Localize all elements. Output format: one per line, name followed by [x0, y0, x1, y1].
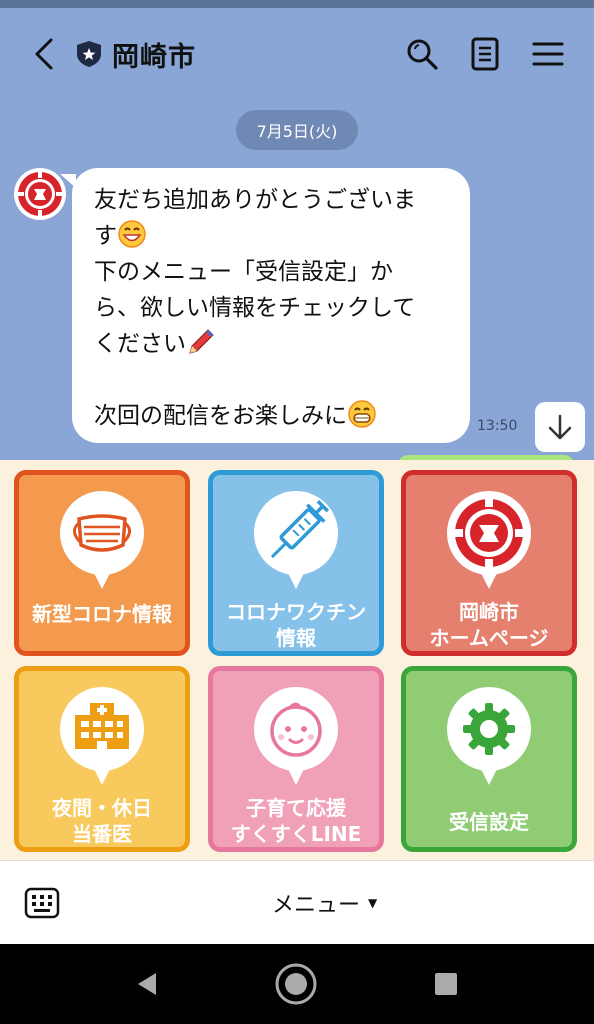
rich-menu: 新型コロナ情報 コロナワクチン 情報 岡崎市 ホームページ 夜間・休日 当番医 … [0, 460, 594, 860]
city-emblem-icon [447, 491, 531, 589]
scroll-to-bottom-button[interactable] [535, 402, 585, 452]
system-nav-bar [0, 944, 594, 1024]
triangle-back-icon [138, 973, 156, 995]
nav-back-button[interactable] [125, 962, 169, 1006]
chat-area[interactable]: 岡崎市 7月5日(火) 友だち追加ありがとうございま す 下のメニュー「受信設定… [0, 8, 594, 460]
menu-tile-night-holiday-doctor[interactable]: 夜間・休日 当番医 [14, 666, 190, 852]
square-recents-icon [435, 973, 457, 995]
pencil-emoji-icon [189, 329, 214, 354]
menu-tile-corona-info[interactable]: 新型コロナ情報 [14, 470, 190, 656]
keyboard-button[interactable] [22, 883, 62, 923]
message-line: 次回の配信をお楽しみに [94, 398, 452, 434]
arrow-down-icon [548, 414, 572, 440]
circle-home-icon [275, 963, 317, 1005]
baby-face-icon [254, 687, 338, 785]
menu-tile-label: すくすくLINE [230, 822, 362, 846]
grinning-teeth-emoji-icon [348, 400, 376, 428]
menu-tile-label: 当番医 [72, 822, 132, 846]
chat-header: 岡崎市 [0, 8, 594, 96]
hamburger-icon [532, 42, 564, 66]
notes-button[interactable] [465, 34, 505, 74]
menu-tile-vaccine-info[interactable]: コロナワクチン 情報 [208, 470, 384, 656]
message-line: 友だち追加ありがとうございま [94, 187, 416, 213]
menu-tile-city-homepage[interactable]: 岡崎市 ホームページ [401, 470, 577, 656]
menu-tile-label: 新型コロナ情報 [32, 602, 172, 626]
menu-tile-receive-settings[interactable]: 受信設定 [401, 666, 577, 852]
menu-tile-parenting-support[interactable]: 子育て応援 すくすくLINE [208, 666, 384, 852]
city-emblem-icon [18, 172, 62, 216]
bottom-bar: メニュー ▼ [0, 860, 594, 944]
search-button[interactable] [402, 34, 442, 74]
menu-tile-label: コロナワクチン [226, 600, 366, 624]
mask-icon [60, 491, 144, 589]
status-strip [0, 0, 594, 8]
avatar[interactable] [14, 168, 66, 220]
keyboard-icon [24, 887, 60, 919]
hospital-icon [60, 687, 144, 785]
menu-tile-label: 夜間・休日 [52, 796, 152, 820]
menu-tile-label: 岡崎市 [459, 600, 519, 624]
menu-tile-label: 情報 [276, 626, 316, 650]
menu-toggle-label: メニュー [272, 893, 361, 918]
message-line: ください [94, 326, 452, 362]
nav-home-button[interactable] [274, 962, 318, 1006]
back-button[interactable] [24, 34, 64, 74]
nav-recents-button[interactable] [424, 962, 468, 1006]
note-icon [471, 37, 499, 71]
menu-tile-label: 子育て応援 [246, 796, 346, 820]
page-title: 岡崎市 [112, 41, 196, 73]
menu-tile-label: 受信設定 [449, 810, 529, 834]
menu-toggle-button[interactable]: メニュー ▼ [272, 883, 377, 923]
caret-down-icon: ▼ [368, 896, 378, 910]
message-bubble[interactable]: 友だち追加ありがとうございま す 下のメニュー「受信設定」か ら、欲しい情報をチ… [72, 168, 470, 443]
message-line: 下のメニュー「受信設定」か [94, 259, 393, 285]
date-separator: 7月5日(火) [236, 110, 358, 150]
gear-icon [447, 687, 531, 785]
message-timestamp: 13:50 [477, 418, 518, 434]
grinning-face-emoji-icon [118, 220, 146, 248]
chat-title: 岡崎市 [76, 34, 196, 74]
menu-tile-label: ホームページ [429, 626, 549, 650]
message-line: す [94, 218, 452, 254]
search-icon [407, 39, 438, 70]
official-shield-icon [77, 41, 101, 67]
menu-button[interactable] [528, 34, 568, 74]
syringe-icon [254, 491, 338, 589]
message-line [94, 362, 452, 398]
message-line: ら、欲しい情報をチェックして [94, 295, 416, 321]
chevron-left-icon [35, 38, 53, 70]
